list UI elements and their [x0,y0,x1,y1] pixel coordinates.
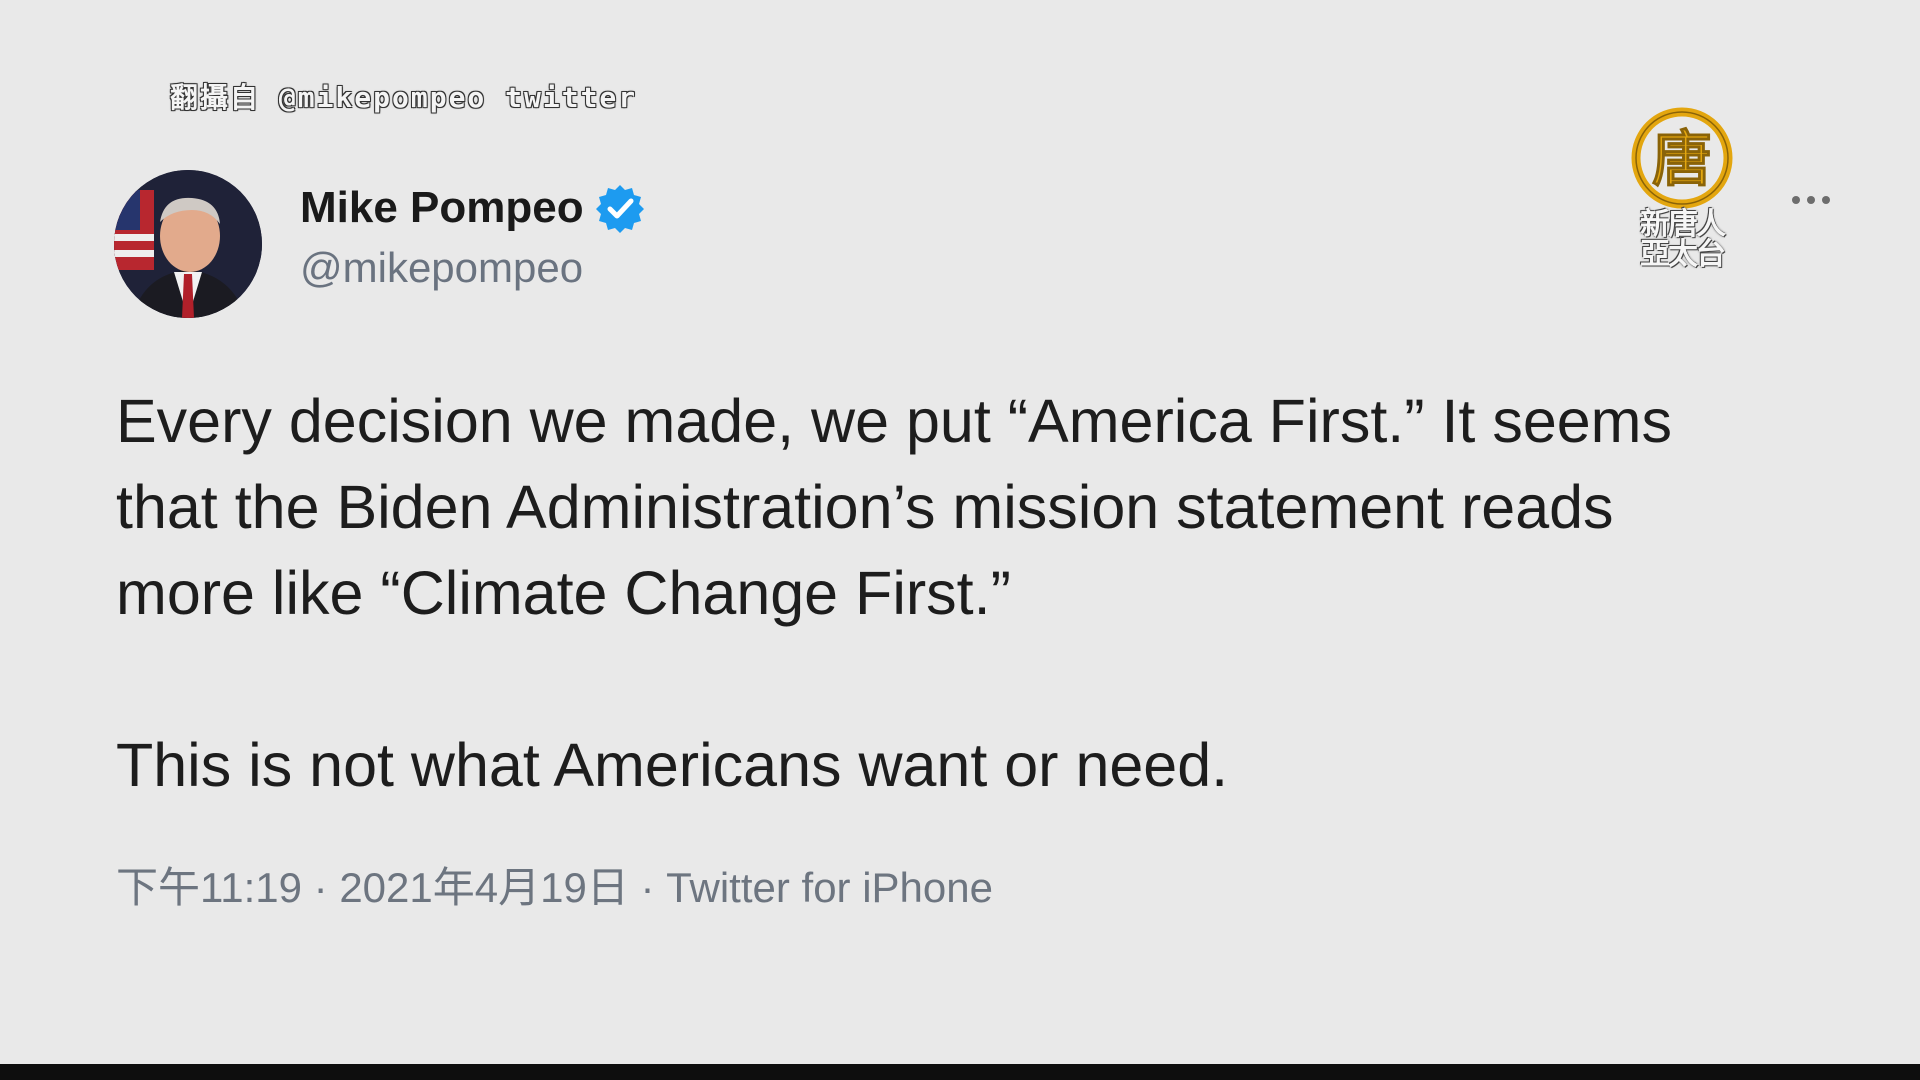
author-display-name[interactable]: Mike Pompeo [300,183,584,233]
logo-label-line1: 新唐人 [1640,207,1726,242]
author-name-row[interactable]: Mike Pompeo [300,182,646,234]
meta-separator: · [302,864,340,911]
source-caption: 翻攝自 @mikepompeo twitter [170,81,638,114]
logo-label: 新唐人 亞太台 [1612,210,1752,270]
channel-logo: 唐 新唐人 亞太台 [1612,100,1752,280]
meta-separator: · [628,864,667,911]
author-handle[interactable]: @mikepompeo [300,244,583,292]
video-frame: 翻攝自 @mikepompeo twitter 唐 新唐人 亞太台 Mike P… [0,0,1920,1080]
more-options-button[interactable] [1786,190,1836,210]
logo-label-line2: 亞太台 [1640,237,1726,272]
tweet-time[interactable]: 下午11:19 [116,864,302,911]
tweet-text: Every decision we made, we put “America … [116,378,1736,808]
ellipsis-icon-dot [1822,196,1830,204]
ellipsis-icon-dot [1792,196,1800,204]
tweet-date[interactable]: 2021年4月19日 [339,864,629,911]
tweet-metadata: 下午11:19 · 2021年4月19日 · Twitter for iPhon… [116,854,993,915]
svg-text:唐: 唐 [1652,125,1712,195]
tweet-source-link[interactable]: Twitter for iPhone [666,864,993,911]
tweet-paragraph: Every decision we made, we put “America … [116,387,1672,627]
verified-badge-icon [595,185,644,233]
bottom-letterbox-bar [0,1064,1920,1080]
avatar[interactable] [114,170,262,318]
profile-photo-icon [114,170,262,318]
ellipsis-icon-dot [1807,196,1815,204]
tweet-paragraph: This is not what Americans want or need. [116,731,1229,799]
tang-emblem-icon: 唐 [1631,107,1733,209]
